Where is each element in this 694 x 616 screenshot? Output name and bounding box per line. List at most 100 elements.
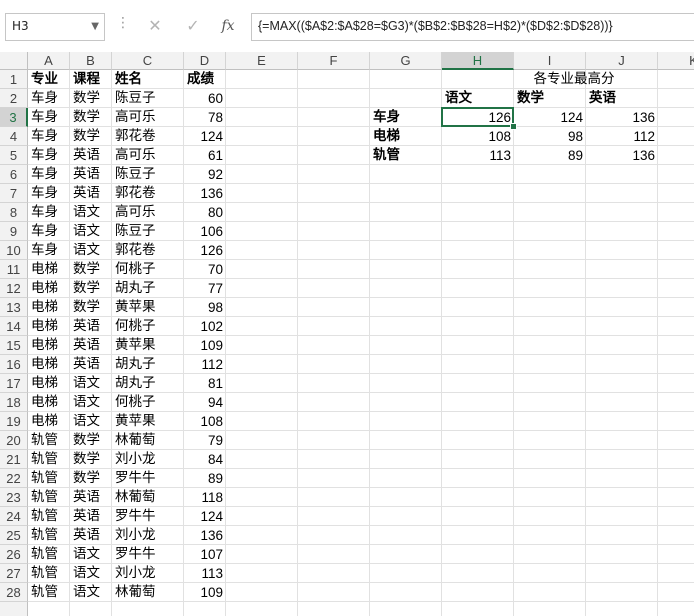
data-cell[interactable]: 何桃子 bbox=[112, 260, 184, 279]
summary-value-cell[interactable]: 112 bbox=[586, 127, 658, 146]
data-cell[interactable]: 刘小龙 bbox=[112, 564, 184, 583]
data-cell[interactable]: 英语 bbox=[70, 146, 112, 165]
row-header-4[interactable]: 4 bbox=[0, 127, 28, 146]
data-cell[interactable]: 126 bbox=[184, 241, 226, 260]
data-cell[interactable]: 车身 bbox=[28, 241, 70, 260]
row-header-19[interactable]: 19 bbox=[0, 412, 28, 431]
data-cell[interactable]: 数学 bbox=[70, 469, 112, 488]
data-cell[interactable]: 轨管 bbox=[28, 469, 70, 488]
column-header-e[interactable]: E bbox=[226, 52, 298, 70]
data-cell[interactable]: 罗牛牛 bbox=[112, 469, 184, 488]
row-header-6[interactable]: 6 bbox=[0, 165, 28, 184]
data-cell[interactable]: 车身 bbox=[28, 184, 70, 203]
data-cell[interactable]: 数学 bbox=[70, 89, 112, 108]
data-cell[interactable]: 陈豆子 bbox=[112, 89, 184, 108]
data-cell[interactable]: 英语 bbox=[70, 355, 112, 374]
data-cell[interactable]: 车身 bbox=[28, 165, 70, 184]
summary-value-cell[interactable]: 98 bbox=[514, 127, 586, 146]
data-cell[interactable]: 语文 bbox=[70, 545, 112, 564]
row-header-20[interactable]: 20 bbox=[0, 431, 28, 450]
data-cell[interactable]: 车身 bbox=[28, 203, 70, 222]
data-cell[interactable]: 数学 bbox=[70, 127, 112, 146]
column-header-d[interactable]: D bbox=[184, 52, 226, 70]
summary-subject-header[interactable]: 语文 bbox=[442, 89, 514, 108]
row-header-22[interactable]: 22 bbox=[0, 469, 28, 488]
summary-subject-header[interactable]: 数学 bbox=[514, 89, 586, 108]
data-cell[interactable]: 电梯 bbox=[28, 336, 70, 355]
column-header-k[interactable]: K bbox=[658, 52, 694, 70]
data-cell[interactable]: 语文 bbox=[70, 374, 112, 393]
data-cell[interactable]: 车身 bbox=[28, 108, 70, 127]
data-cell[interactable]: 陈豆子 bbox=[112, 222, 184, 241]
data-cell[interactable]: 英语 bbox=[70, 488, 112, 507]
summary-value-cell[interactable]: 136 bbox=[586, 108, 658, 127]
header-cell[interactable]: 姓名 bbox=[112, 70, 184, 89]
row-header-3[interactable]: 3 bbox=[0, 108, 28, 127]
data-cell[interactable]: 89 bbox=[184, 469, 226, 488]
data-cell[interactable]: 黄苹果 bbox=[112, 298, 184, 317]
summary-value-cell[interactable]: 124 bbox=[514, 108, 586, 127]
data-cell[interactable]: 刘小龙 bbox=[112, 450, 184, 469]
data-cell[interactable]: 胡丸子 bbox=[112, 279, 184, 298]
data-cell[interactable]: 英语 bbox=[70, 336, 112, 355]
row-header-18[interactable]: 18 bbox=[0, 393, 28, 412]
row-header-15[interactable]: 15 bbox=[0, 336, 28, 355]
row-header-27[interactable]: 27 bbox=[0, 564, 28, 583]
data-cell[interactable]: 电梯 bbox=[28, 374, 70, 393]
row-header-12[interactable]: 12 bbox=[0, 279, 28, 298]
data-cell[interactable]: 数学 bbox=[70, 298, 112, 317]
data-cell[interactable]: 语文 bbox=[70, 241, 112, 260]
summary-value-cell[interactable]: 113 bbox=[442, 146, 514, 165]
summary-subject-header[interactable]: 英语 bbox=[586, 89, 658, 108]
data-cell[interactable]: 林葡萄 bbox=[112, 431, 184, 450]
data-cell[interactable]: 数学 bbox=[70, 108, 112, 127]
more-options-icon[interactable]: ⋮ bbox=[116, 15, 130, 31]
data-cell[interactable]: 黄苹果 bbox=[112, 336, 184, 355]
insert-function-icon[interactable]: fx bbox=[215, 14, 241, 38]
data-cell[interactable]: 罗牛牛 bbox=[112, 507, 184, 526]
data-cell[interactable]: 轨管 bbox=[28, 526, 70, 545]
summary-title[interactable]: 各专业最高分 bbox=[430, 70, 694, 89]
cancel-icon[interactable]: ✕ bbox=[142, 14, 168, 38]
data-cell[interactable]: 黄苹果 bbox=[112, 412, 184, 431]
data-cell[interactable]: 60 bbox=[184, 89, 226, 108]
data-cell[interactable]: 80 bbox=[184, 203, 226, 222]
data-cell[interactable]: 108 bbox=[184, 412, 226, 431]
data-cell[interactable]: 109 bbox=[184, 583, 226, 602]
data-cell[interactable]: 数学 bbox=[70, 431, 112, 450]
data-cell[interactable]: 78 bbox=[184, 108, 226, 127]
data-cell[interactable]: 79 bbox=[184, 431, 226, 450]
data-cell[interactable]: 61 bbox=[184, 146, 226, 165]
row-header-10[interactable]: 10 bbox=[0, 241, 28, 260]
row-header-13[interactable]: 13 bbox=[0, 298, 28, 317]
row-header-25[interactable]: 25 bbox=[0, 526, 28, 545]
data-cell[interactable]: 102 bbox=[184, 317, 226, 336]
row-header-2[interactable]: 2 bbox=[0, 89, 28, 108]
header-cell[interactable]: 课程 bbox=[70, 70, 112, 89]
data-cell[interactable]: 电梯 bbox=[28, 393, 70, 412]
fill-handle[interactable] bbox=[510, 123, 517, 130]
data-cell[interactable]: 车身 bbox=[28, 146, 70, 165]
data-cell[interactable]: 语文 bbox=[70, 222, 112, 241]
data-cell[interactable]: 高可乐 bbox=[112, 108, 184, 127]
data-cell[interactable]: 胡丸子 bbox=[112, 374, 184, 393]
data-cell[interactable]: 98 bbox=[184, 298, 226, 317]
data-cell[interactable]: 陈豆子 bbox=[112, 165, 184, 184]
summary-value-cell[interactable]: 136 bbox=[586, 146, 658, 165]
data-cell[interactable]: 车身 bbox=[28, 222, 70, 241]
data-cell[interactable]: 轨管 bbox=[28, 431, 70, 450]
data-cell[interactable]: 106 bbox=[184, 222, 226, 241]
data-cell[interactable]: 轨管 bbox=[28, 488, 70, 507]
row-header-23[interactable]: 23 bbox=[0, 488, 28, 507]
row-header-7[interactable]: 7 bbox=[0, 184, 28, 203]
data-cell[interactable]: 118 bbox=[184, 488, 226, 507]
data-cell[interactable]: 70 bbox=[184, 260, 226, 279]
data-cell[interactable]: 何桃子 bbox=[112, 393, 184, 412]
column-header-h[interactable]: H bbox=[442, 52, 514, 70]
data-cell[interactable]: 81 bbox=[184, 374, 226, 393]
data-cell[interactable]: 109 bbox=[184, 336, 226, 355]
row-header-28[interactable]: 28 bbox=[0, 583, 28, 602]
column-header-c[interactable]: C bbox=[112, 52, 184, 70]
data-cell[interactable]: 113 bbox=[184, 564, 226, 583]
row-header-16[interactable]: 16 bbox=[0, 355, 28, 374]
